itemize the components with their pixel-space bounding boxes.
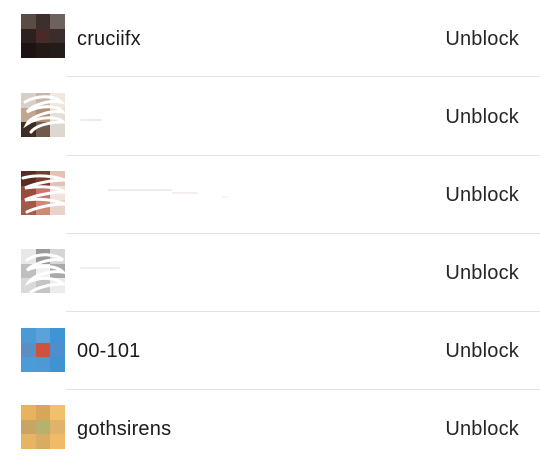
avatar-pixel xyxy=(21,342,36,358)
avatar-pixel xyxy=(21,419,36,435)
scribble-redaction-icon xyxy=(23,95,67,134)
avatar-pixel xyxy=(50,43,65,58)
avatar-pixel xyxy=(21,328,36,343)
avatar-pixel xyxy=(35,43,51,58)
avatar-pixel xyxy=(35,14,51,29)
redacted-username xyxy=(80,267,120,269)
redacted-username xyxy=(172,192,198,194)
avatar-pixel xyxy=(35,328,51,343)
redacted-username xyxy=(222,196,228,198)
avatar[interactable] xyxy=(21,328,65,372)
avatar-pixel xyxy=(50,405,65,420)
avatar-pixel xyxy=(21,28,36,44)
avatar-pixel xyxy=(21,43,36,58)
avatar-pixel xyxy=(50,328,65,343)
unblock-button[interactable]: Unblock xyxy=(445,184,519,207)
avatar-pixel xyxy=(35,434,51,449)
avatar-pixel xyxy=(21,14,36,29)
username-label: cruciifx xyxy=(77,28,141,50)
scribble-redaction-icon xyxy=(24,253,67,294)
blocked-account-row: 00-101 Unblock xyxy=(0,312,540,390)
redacted-username xyxy=(80,119,102,121)
avatar[interactable] xyxy=(21,405,65,449)
avatar-pixel xyxy=(50,342,65,358)
avatar-pixel xyxy=(50,357,65,372)
avatar-pixel xyxy=(21,357,36,372)
blocked-account-row: Unblock xyxy=(0,234,540,312)
blocked-account-row: cruciifx Unblock xyxy=(0,0,540,78)
row-divider xyxy=(66,76,540,77)
blocked-account-row: Unblock xyxy=(0,156,540,234)
unblock-button[interactable]: Unblock xyxy=(445,340,519,363)
blocked-account-row: gothsirens Unblock xyxy=(0,390,540,468)
avatar-pixel xyxy=(35,419,51,435)
avatar-pixel xyxy=(50,28,65,44)
avatar[interactable] xyxy=(21,14,65,58)
username-label: 00-101 xyxy=(77,340,141,362)
unblock-button[interactable]: Unblock xyxy=(445,262,519,285)
avatar-pixel xyxy=(35,28,51,44)
scribble-redaction-icon xyxy=(21,174,67,214)
avatar-pixel xyxy=(50,14,65,29)
avatar-pixel xyxy=(35,342,51,358)
blocked-accounts-list: cruciifx Unblock Unblock Unblock Unblock xyxy=(0,0,540,459)
avatar-pixel xyxy=(35,357,51,372)
avatar-pixel xyxy=(35,405,51,420)
redacted-username xyxy=(108,189,172,191)
unblock-button[interactable]: Unblock xyxy=(445,418,519,441)
avatar-pixel xyxy=(50,419,65,435)
username-label: gothsirens xyxy=(77,418,172,440)
unblock-button[interactable]: Unblock xyxy=(445,106,519,129)
avatar-pixel xyxy=(21,434,36,449)
avatar-pixel xyxy=(21,405,36,420)
avatar-pixel xyxy=(50,434,65,449)
unblock-button[interactable]: Unblock xyxy=(445,28,519,51)
blocked-account-row: Unblock xyxy=(0,78,540,156)
